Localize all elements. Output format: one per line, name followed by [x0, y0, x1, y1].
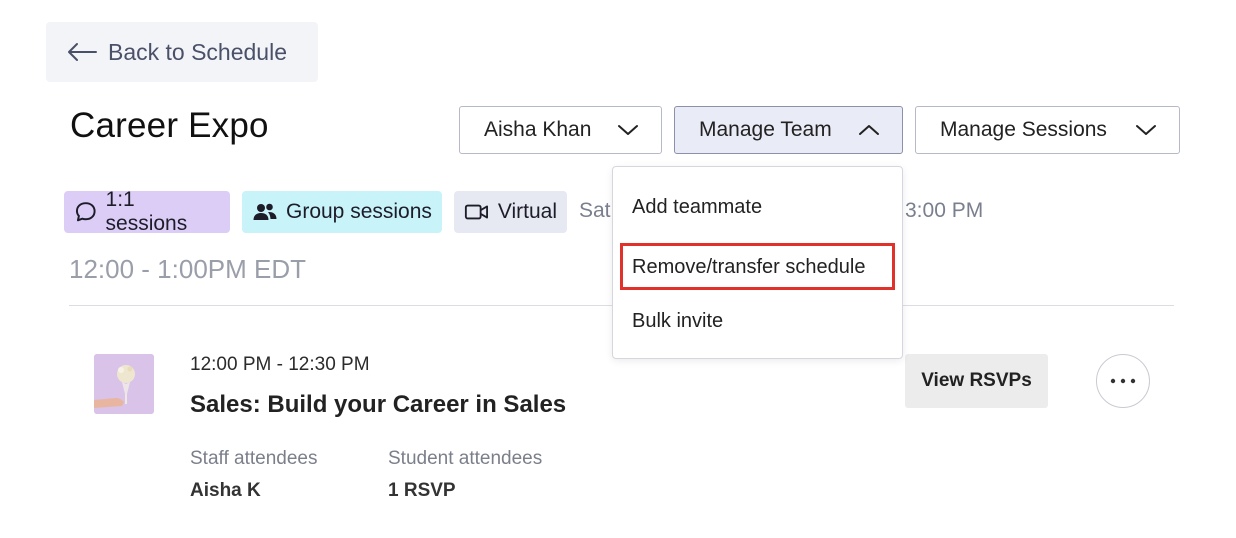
- tag-1on1-sessions: 1:1 sessions: [64, 188, 230, 235]
- tag-label: Virtual: [497, 200, 557, 223]
- manage-team-label: Manage Team: [699, 118, 832, 141]
- chevron-up-icon: [859, 125, 879, 135]
- tag-label: Group sessions: [286, 200, 432, 223]
- event-time-partial: 3:00 PM: [905, 199, 984, 222]
- staff-attendees-value: Aisha K: [190, 480, 261, 501]
- manage-team-menu: Add teammate Remove/transfer schedule Bu…: [612, 166, 903, 359]
- back-to-schedule-button[interactable]: Back to Schedule: [46, 22, 318, 82]
- menu-item-add-teammate[interactable]: Add teammate: [632, 196, 762, 219]
- group-people-icon: [253, 203, 277, 220]
- arrow-left-icon: [68, 43, 97, 61]
- back-label: Back to Schedule: [108, 38, 288, 65]
- user-dropdown-label: Aisha Khan: [484, 118, 592, 141]
- staff-attendees-label: Staff attendees: [190, 448, 318, 469]
- video-camera-icon: [464, 204, 488, 220]
- view-rsvps-button[interactable]: View RSVPs: [905, 354, 1048, 408]
- event-time-range: 12:00 - 1:00PM EDT: [69, 254, 306, 284]
- event-date-partial: Sat: [579, 199, 611, 222]
- menu-item-remove-transfer-schedule[interactable]: Remove/transfer schedule: [632, 256, 865, 279]
- menu-item-bulk-invite[interactable]: Bulk invite: [632, 310, 723, 333]
- tag-virtual: Virtual: [454, 191, 567, 233]
- session-title: Sales: Build your Career in Sales: [190, 391, 567, 418]
- manage-sessions-dropdown[interactable]: Manage Sessions: [915, 106, 1180, 154]
- chat-bubble-icon: [75, 202, 96, 222]
- chevron-down-icon: [618, 125, 638, 135]
- tag-group-sessions: Group sessions: [242, 191, 442, 233]
- student-attendees-label: Student attendees: [388, 448, 543, 469]
- student-attendees-value: 1 RSVP: [388, 480, 456, 501]
- ellipsis-icon: [1110, 378, 1136, 384]
- session-time: 12:00 PM - 12:30 PM: [190, 354, 370, 375]
- chevron-down-icon: [1136, 125, 1156, 135]
- session-thumbnail: [94, 354, 154, 414]
- tag-label: 1:1 sessions: [105, 188, 188, 235]
- manage-team-dropdown[interactable]: Manage Team: [674, 106, 903, 154]
- more-options-button[interactable]: [1096, 354, 1150, 408]
- user-dropdown[interactable]: Aisha Khan: [459, 106, 662, 154]
- manage-sessions-label: Manage Sessions: [940, 118, 1107, 141]
- page-title: Career Expo: [70, 106, 269, 145]
